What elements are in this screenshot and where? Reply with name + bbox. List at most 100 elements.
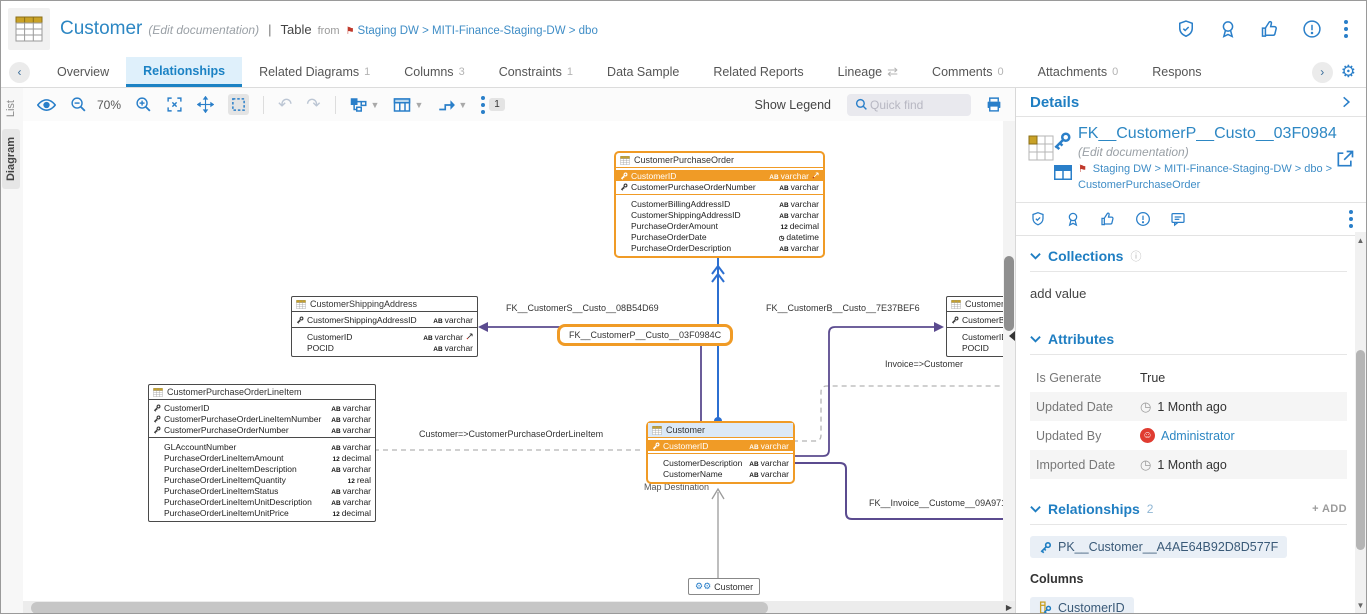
certification-badge-icon[interactable] [1218, 19, 1238, 39]
column-row-purchaseorderamount[interactable]: PurchaseOrderAmount12decimal [616, 220, 823, 231]
column-row-customerid[interactable]: CustomerIDABvarchar [292, 331, 477, 342]
edge-label-invoice-customer[interactable]: Invoice=>Customer [885, 359, 963, 369]
breadcrumb[interactable]: Staging DW > MITI-Finance-Staging-DW > d… [358, 25, 598, 37]
add-relationship-button[interactable]: + ADD [1312, 503, 1347, 515]
visibility-eye-icon[interactable] [37, 98, 56, 112]
fit-to-screen-button[interactable] [166, 96, 183, 113]
entity-edit-documentation-link[interactable]: (Edit documentation) [1078, 145, 1335, 159]
column-row-purchaseorderlineitemstatus[interactable]: PurchaseOrderLineItemStatusABvarchar [149, 485, 375, 496]
panel-collapse-handle[interactable] [1009, 331, 1015, 341]
column-row-customerdescription[interactable]: CustomerDescriptionABvarchar [648, 457, 793, 468]
scroll-right-arrow[interactable]: ▶ [1006, 603, 1012, 612]
attributes-section-header[interactable]: Attributes [1030, 331, 1353, 347]
column-row-customerbillingaddressid[interactable]: CustomerBillingAddressIDABvarchar [616, 198, 823, 209]
diagram-canvas[interactable]: FK__CustomerS__Custo__08B54D69 FK__Custo… [23, 121, 1015, 614]
tab-related-reports[interactable]: Related Reports [696, 57, 820, 87]
settings-gear-icon[interactable]: ⚙ [1341, 62, 1356, 82]
pan-move-tool[interactable] [197, 96, 214, 113]
tab-related-diagrams[interactable]: Related Diagrams1 [242, 57, 387, 87]
column-row-purchaseorderlineitemunitprice[interactable]: PurchaseOrderLineItemUnitPrice12decimal [149, 507, 375, 518]
details-scrollbar[interactable]: ▲ ▼ [1355, 232, 1366, 614]
column-row-purchaseorderdate[interactable]: PurchaseOrderDate◷datetime [616, 231, 823, 242]
primary-key-chip[interactable]: PK__Customer__A4AE64B92D8D577F [1030, 536, 1287, 558]
verified-shield-icon[interactable] [1030, 211, 1046, 227]
tab-respons[interactable]: Respons [1135, 57, 1218, 87]
auto-layout-menu[interactable]: ▼ [350, 97, 380, 113]
relationship-style-menu[interactable]: ▼ [437, 97, 467, 113]
certification-badge-icon[interactable] [1065, 211, 1081, 227]
column-row-customerid[interactable]: CustomerIDABvarchar [149, 402, 375, 413]
reference-arrow-icon [812, 172, 819, 179]
column-row-customername[interactable]: CustomerNameABvarchar [648, 468, 793, 479]
zoom-out-button[interactable] [70, 96, 87, 113]
edge-label-fk-invoice[interactable]: FK__Invoice__Custome__09A971A2 [869, 498, 1015, 508]
column-row-purchaseorderlineitemunitdescription[interactable]: PurchaseOrderLineItemUnitDescriptionABva… [149, 496, 375, 507]
tab-columns[interactable]: Columns3 [387, 57, 481, 87]
column-row-glaccountnumber[interactable]: GLAccountNumberABvarchar [149, 441, 375, 452]
tab-comments[interactable]: Comments0 [915, 57, 1021, 87]
edge-label-fk-shipping[interactable]: FK__CustomerS__Custo__08B54D69 [506, 303, 659, 313]
diagram-table-customer-shipping-address[interactable]: CustomerShippingAddressCustomerShippingA… [291, 296, 478, 357]
edge-label-fk-selected[interactable]: FK__CustomerP__Custo__03F0984C [557, 324, 733, 346]
tab-relationships[interactable]: Relationships [126, 57, 242, 87]
column-row-purchaseorderlineitemamount[interactable]: PurchaseOrderLineItemAmount12decimal [149, 452, 375, 463]
verified-shield-icon[interactable] [1176, 19, 1196, 39]
tab-list-view[interactable]: List [2, 92, 20, 125]
details-collapse-chevron[interactable] [1339, 95, 1353, 109]
column-chip-customerid[interactable]: CustomerID [1030, 597, 1134, 614]
column-row-customershippingaddressid[interactable]: CustomerShippingAddressIDABvarchar [292, 314, 477, 325]
attribute-row-updated-by: Updated By☺Administrator [1030, 421, 1347, 450]
redo-button[interactable]: ↷ [306, 95, 320, 115]
open-entity-icon[interactable] [1335, 149, 1355, 169]
entity-breadcrumb[interactable]: ⚑ Staging DW > MITI-Finance-Staging-DW >… [1078, 162, 1340, 194]
thumbs-up-icon[interactable] [1260, 19, 1280, 39]
map-node-customer[interactable]: ⚙⚙ Customer [688, 578, 760, 595]
tabs-scroll-right-button[interactable]: › [1312, 62, 1333, 83]
column-row-purchaseorderlineitemdescription[interactable]: PurchaseOrderLineItemDescriptionABvarcha… [149, 463, 375, 474]
print-button[interactable] [985, 96, 1003, 113]
diagram-table-customer-purchase-order[interactable]: CustomerPurchaseOrderCustomerIDABvarchar… [614, 151, 825, 258]
column-row-customerpurchaseorderlineitemnumber[interactable]: CustomerPurchaseOrderLineItemNumberABvar… [149, 413, 375, 424]
thumbs-up-icon[interactable] [1100, 211, 1116, 227]
collections-section-header[interactable]: Collections ⓘ [1030, 248, 1353, 264]
quick-find-input[interactable] [868, 97, 956, 113]
tab-constraints[interactable]: Constraints1 [482, 57, 590, 87]
attribute-value[interactable]: ☺Administrator [1140, 428, 1235, 443]
diagram-horizontal-scrollbar[interactable]: ▶ [23, 601, 1015, 614]
column-row-customerid[interactable]: CustomerIDABvarchar [616, 170, 823, 181]
tab-lineage[interactable]: Lineage⇄ [821, 57, 915, 87]
diagram-vertical-scrollbar[interactable] [1003, 121, 1015, 614]
column-row-purchaseorderlineitemquantity[interactable]: PurchaseOrderLineItemQuantity12real [149, 474, 375, 485]
tab-diagram-view[interactable]: Diagram [2, 129, 20, 189]
alert-circle-icon[interactable] [1135, 211, 1151, 227]
more-actions-menu[interactable] [1344, 20, 1348, 38]
diagram-table-customer[interactable]: CustomerCustomerIDABvarcharCustomerDescr… [646, 421, 795, 484]
tab-attachments[interactable]: Attachments0 [1021, 57, 1136, 87]
diagram-table-customer-purchase-order-line-item[interactable]: CustomerPurchaseOrderLineItemCustomerIDA… [148, 384, 376, 522]
edge-label-customer-lineitem[interactable]: Customer=>CustomerPurchaseOrderLineItem [419, 429, 603, 439]
zoom-level: 70% [97, 98, 121, 112]
column-row-customershippingaddressid[interactable]: CustomerShippingAddressIDABvarchar [616, 209, 823, 220]
column-row-purchaseorderdescription[interactable]: PurchaseOrderDescriptionABvarchar [616, 242, 823, 253]
reference-arrow-icon [466, 333, 473, 340]
marquee-select-tool[interactable] [228, 94, 249, 115]
column-row-customerid[interactable]: CustomerIDABvarchar [648, 440, 793, 451]
table-display-menu[interactable]: ▼ [393, 97, 423, 113]
relationships-section-header[interactable]: Relationships 2 + ADD [1030, 501, 1353, 517]
column-row-customerpurchaseordernumber[interactable]: CustomerPurchaseOrderNumberABvarchar [616, 181, 823, 192]
undo-button[interactable]: ↶ [278, 95, 292, 115]
column-row-customerpurchaseordernumber[interactable]: CustomerPurchaseOrderNumberABvarchar [149, 424, 375, 435]
entity-more-menu[interactable] [1349, 210, 1353, 228]
collections-add-value[interactable]: add value [1030, 286, 1353, 301]
show-legend-toggle[interactable]: Show Legend [755, 98, 831, 112]
edit-documentation-link[interactable]: (Edit documentation) [148, 23, 259, 37]
edge-label-fk-billing[interactable]: FK__CustomerB__Custo__7E37BEF6 [766, 303, 920, 313]
comment-icon[interactable] [1170, 211, 1186, 227]
zoom-in-button[interactable] [135, 96, 152, 113]
tab-data-sample[interactable]: Data Sample [590, 57, 696, 87]
alert-circle-icon[interactable] [1302, 19, 1322, 39]
tabs-scroll-left-button[interactable]: ‹ [9, 62, 30, 83]
tab-overview[interactable]: Overview [40, 57, 126, 87]
toolbar-overflow-menu[interactable]: 1 [481, 96, 505, 114]
column-row-pocid[interactable]: POCIDABvarchar [292, 342, 477, 353]
